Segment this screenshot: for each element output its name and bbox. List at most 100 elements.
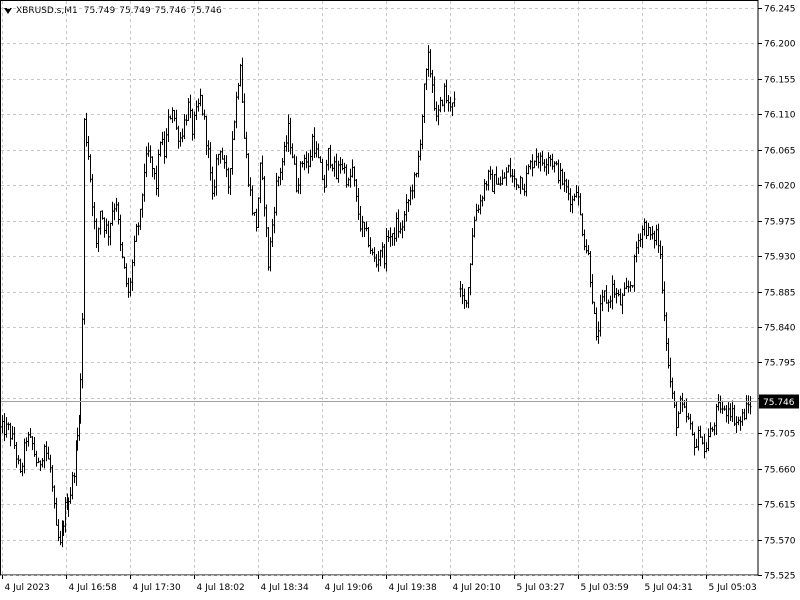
ohlc-bar — [247, 153, 250, 187]
ohlc-bar — [609, 295, 612, 309]
ohlc-bar — [667, 338, 670, 369]
ohlc-bar — [693, 432, 696, 456]
ohlc-bar — [157, 149, 160, 197]
ohlc-bar — [483, 179, 486, 202]
ohlc-bar — [625, 277, 628, 290]
ohlc-bar — [725, 404, 728, 423]
ohlc-bar — [245, 131, 248, 159]
ohlc-bar — [335, 153, 338, 180]
ohlc-bar — [605, 285, 608, 304]
ohlc-bar — [735, 416, 738, 434]
ohlc-bar — [31, 436, 34, 451]
ohlc-bar — [13, 427, 16, 449]
ohlc-bar — [17, 455, 20, 465]
ohlc-bar — [557, 159, 560, 184]
ohlc-bar — [233, 120, 236, 141]
ohlc-bar — [577, 186, 580, 206]
ohlc-bar — [613, 279, 616, 298]
ohlc-bar — [343, 162, 346, 174]
ohlc-bar — [125, 263, 128, 288]
ohlc-bar — [349, 168, 352, 188]
ohlc-bar — [149, 145, 152, 164]
ohlc-bar — [739, 416, 742, 431]
ohlc-bar — [707, 428, 710, 452]
ohlc-bar — [617, 289, 620, 297]
ohlc-bar — [473, 216, 476, 238]
chart-window[interactable]: XBRUSD.s,M1 75.749 75.749 75.746 75.746 … — [0, 0, 800, 600]
ohlc-bar — [459, 280, 462, 298]
ohlc-bar — [447, 95, 450, 112]
ohlc-bar — [177, 125, 180, 149]
ohlc-bar — [309, 149, 312, 168]
ohlc-bar — [339, 157, 342, 174]
ohlc-bar — [415, 172, 418, 178]
ohlc-bar — [249, 177, 252, 197]
x-tick-label: 4 Jul 18:34 — [261, 583, 310, 593]
ohlc-bar — [737, 416, 740, 426]
ohlc-bar — [187, 98, 190, 121]
ohlc-bar — [269, 237, 272, 272]
ohlc-bar — [439, 96, 442, 113]
ohlc-bar — [709, 422, 712, 438]
ohlc-bar — [635, 241, 638, 263]
ohlc-bar — [433, 76, 436, 111]
ohlc-bar — [549, 154, 552, 167]
ohlc-bar — [379, 249, 382, 267]
y-tick-label: 76.065 — [764, 147, 796, 157]
ohlc-bar — [235, 91, 238, 129]
y-tick-label: 75.975 — [764, 218, 796, 228]
ohlc-bar — [313, 127, 316, 159]
ohlc-bar — [47, 446, 50, 460]
ohlc-bar — [143, 163, 146, 202]
ohlc-bar — [529, 160, 532, 170]
ohlc-bar — [251, 185, 254, 216]
ohlc-bar — [445, 79, 448, 104]
ohlc-bar — [595, 307, 598, 341]
ohlc-bar — [385, 228, 388, 272]
price-chart[interactable]: 76.245 76.200 76.155 76.110 76.065 76.020 75.9… — [0, 0, 800, 600]
ohlc-bar — [121, 242, 124, 259]
ohlc-bar — [241, 57, 244, 103]
ohlc-bar — [85, 112, 88, 147]
ohlc-bar — [129, 278, 132, 297]
ohlc-bar — [319, 156, 322, 163]
ohlc-bar — [25, 437, 28, 452]
ohlc-bar — [645, 220, 648, 240]
ohlc-bar — [293, 154, 296, 165]
plot-frame — [0, 0, 759, 576]
ohlc-bar — [93, 202, 96, 230]
ohlc-bar — [321, 158, 324, 181]
ohlc-bar — [337, 160, 340, 183]
ohlc-bar — [299, 161, 302, 195]
ohlc-bar — [275, 172, 278, 216]
ohlc-bar — [345, 164, 348, 188]
y-tick-label: 75.885 — [764, 289, 796, 299]
ohlc-bar — [151, 156, 154, 178]
ohlc-bar — [123, 256, 126, 269]
ohlc-bar — [369, 237, 372, 254]
ohlc-bar — [641, 225, 644, 248]
ohlc-bar — [263, 176, 266, 217]
ohlc-bar — [653, 230, 656, 249]
ohlc-bar — [91, 174, 94, 217]
ohlc-bar — [649, 226, 652, 240]
current-price-label: 75.746 — [763, 398, 795, 408]
ohlc-bar — [419, 139, 422, 161]
ohlc-bar — [497, 177, 500, 185]
ohlc-bar — [381, 242, 384, 258]
ohlc-bar — [535, 148, 538, 166]
ohlc-bar — [259, 162, 262, 204]
ohlc-bar — [253, 211, 256, 216]
ohlc-bar — [665, 312, 668, 351]
ohlc-bar — [695, 438, 698, 449]
ohlc-bar — [437, 104, 440, 126]
ohlc-bar — [405, 194, 408, 222]
ohlc-bar — [705, 442, 708, 453]
ohlc-bar — [281, 157, 284, 181]
ohlc-bar — [141, 193, 144, 218]
ohlc-bar — [361, 215, 364, 238]
ohlc-bar — [489, 166, 492, 180]
ohlc-bar — [159, 141, 162, 157]
ohlc-bar — [717, 394, 720, 411]
x-tick-label: 4 Jul 19:06 — [325, 583, 374, 593]
